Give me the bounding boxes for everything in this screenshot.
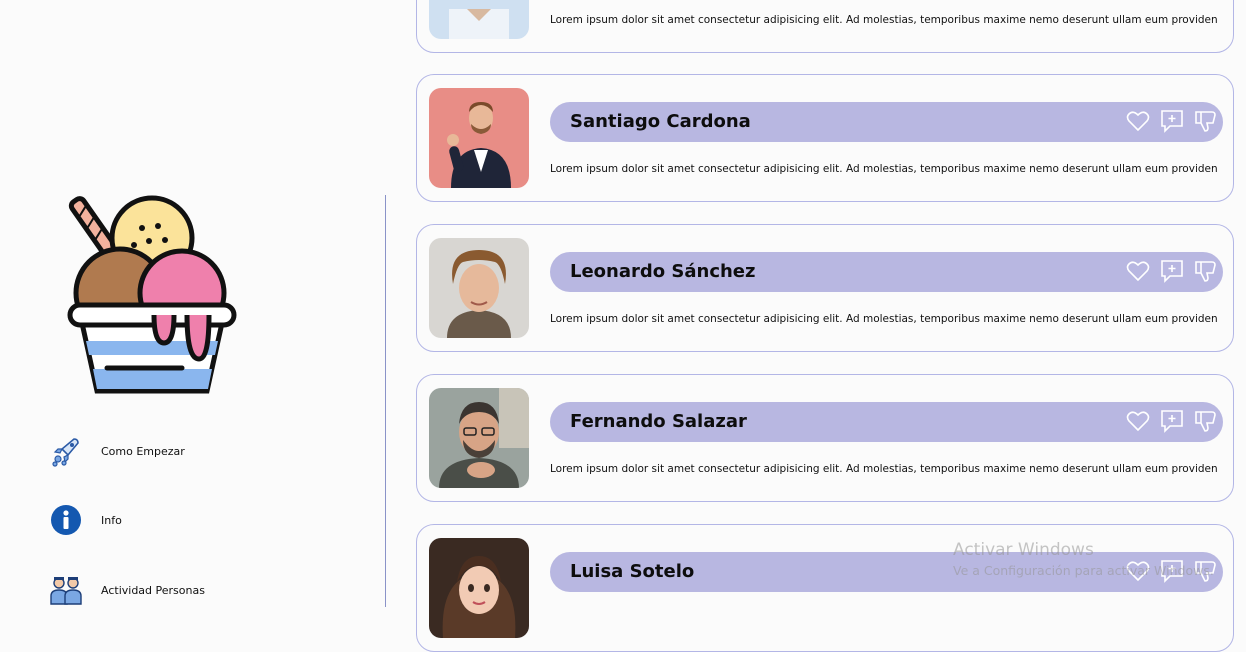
post-text: Lorem ipsum dolor sit amet consectetur a… bbox=[550, 463, 1218, 475]
nav-item-como-empezar[interactable]: Como Empezar bbox=[48, 433, 185, 469]
heart-icon[interactable] bbox=[1126, 558, 1150, 584]
post-actions bbox=[1126, 108, 1218, 134]
name-bar: Santiago Cardona bbox=[550, 102, 1223, 142]
thumbs-down-icon[interactable] bbox=[1194, 558, 1218, 584]
person-name: Santiago Cardona bbox=[570, 111, 751, 132]
avatar bbox=[429, 538, 529, 638]
nav-item-actividad-personas[interactable]: Actividad Personas bbox=[48, 572, 205, 608]
avatar bbox=[429, 388, 529, 488]
post-card: Luisa Sotelo bbox=[416, 524, 1234, 652]
post-actions bbox=[1126, 558, 1218, 584]
post-card: Leonardo Sánchez Lorem ipsum dolor sit a… bbox=[416, 224, 1234, 352]
nav-label: Como Empezar bbox=[101, 444, 185, 458]
post-text: Lorem ipsum dolor sit amet consectetur a… bbox=[550, 14, 1218, 26]
post-actions bbox=[1126, 258, 1218, 284]
sidebar-divider bbox=[385, 195, 386, 607]
nav-item-info[interactable]: Info bbox=[48, 502, 122, 538]
ice-cream-logo bbox=[67, 195, 237, 394]
avatar bbox=[429, 0, 529, 39]
avatar bbox=[429, 88, 529, 188]
name-bar: Fernando Salazar bbox=[550, 402, 1223, 442]
thumbs-down-icon[interactable] bbox=[1194, 258, 1218, 284]
post-text: Lorem ipsum dolor sit amet consectetur a… bbox=[550, 163, 1218, 175]
comment-plus-icon[interactable] bbox=[1160, 408, 1184, 434]
post-card: Lorem ipsum dolor sit amet consectetur a… bbox=[416, 0, 1234, 53]
thumbs-down-icon[interactable] bbox=[1194, 408, 1218, 434]
post-card: Santiago Cardona Lorem ipsum dolor sit a… bbox=[416, 74, 1234, 202]
thumbs-down-icon[interactable] bbox=[1194, 108, 1218, 134]
nav-label: Actividad Personas bbox=[101, 583, 205, 597]
person-name: Leonardo Sánchez bbox=[570, 261, 756, 282]
info-icon bbox=[48, 502, 84, 538]
heart-icon[interactable] bbox=[1126, 108, 1150, 134]
sidebar: Como Empezar Info Actividad Personas bbox=[0, 0, 386, 607]
nav-label: Info bbox=[101, 513, 122, 527]
name-bar: Leonardo Sánchez bbox=[550, 252, 1223, 292]
people-icon bbox=[48, 572, 84, 608]
post-card: Fernando Salazar Lorem ipsum dolor sit a… bbox=[416, 374, 1234, 502]
person-name: Luisa Sotelo bbox=[570, 561, 695, 582]
heart-icon[interactable] bbox=[1126, 408, 1150, 434]
post-feed: Lorem ipsum dolor sit amet consectetur a… bbox=[416, 0, 1236, 652]
post-text: Lorem ipsum dolor sit amet consectetur a… bbox=[550, 313, 1218, 325]
rocket-icon bbox=[48, 433, 84, 469]
name-bar: Luisa Sotelo bbox=[550, 552, 1223, 592]
comment-plus-icon[interactable] bbox=[1160, 108, 1184, 134]
avatar bbox=[429, 238, 529, 338]
comment-plus-icon[interactable] bbox=[1160, 258, 1184, 284]
person-name: Fernando Salazar bbox=[570, 411, 747, 432]
post-actions bbox=[1126, 408, 1218, 434]
heart-icon[interactable] bbox=[1126, 258, 1150, 284]
comment-plus-icon[interactable] bbox=[1160, 558, 1184, 584]
